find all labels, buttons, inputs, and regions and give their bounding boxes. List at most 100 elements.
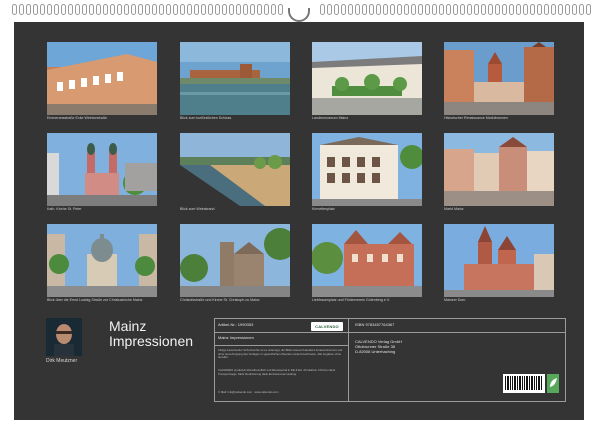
binding-ring xyxy=(558,4,563,15)
binding-ring xyxy=(201,4,206,15)
binding-ring xyxy=(362,4,367,15)
binding-ring xyxy=(138,4,143,15)
author-avatar xyxy=(46,318,82,356)
caption: Blick zum Weinstrand xyxy=(180,207,215,211)
binding-ring xyxy=(33,4,38,15)
binding-ring xyxy=(173,4,178,15)
binding-ring xyxy=(26,4,31,15)
binding-ring xyxy=(579,4,584,15)
binding-ring xyxy=(355,4,360,15)
binding-ring xyxy=(124,4,129,15)
photo-christuskirche[interactable] xyxy=(47,224,157,297)
binding-ring xyxy=(82,4,87,15)
photo-liebfrauenplatz[interactable] xyxy=(312,224,422,297)
caption: Christofsstraße und Kirche St. Christoph… xyxy=(180,298,260,302)
author-name: Dirk Meutzner xyxy=(46,358,78,364)
binding-ring xyxy=(460,4,465,15)
binding-ring xyxy=(509,4,514,15)
binding-ring xyxy=(264,4,269,15)
binding-ring xyxy=(565,4,570,15)
binding-ring xyxy=(418,4,423,15)
binding-ring xyxy=(103,4,108,15)
caption: Landesmuseum Mainz xyxy=(312,116,349,120)
binding-ring xyxy=(54,4,59,15)
binding-ring xyxy=(516,4,521,15)
binding-ring xyxy=(40,4,45,15)
binding-ring xyxy=(68,4,73,15)
photo-st-peter[interactable] xyxy=(47,133,157,206)
caption: Kirmeltenplatz xyxy=(312,207,335,211)
photo-weinstrand[interactable] xyxy=(180,133,290,206)
binding-ring xyxy=(551,4,556,15)
binding-ring xyxy=(152,4,157,15)
binding-ring xyxy=(243,4,248,15)
binding-ring xyxy=(425,4,430,15)
caption: Blick zum kurfürstlichen Schloss xyxy=(180,116,232,120)
binding-ring xyxy=(159,4,164,15)
binding-ring xyxy=(453,4,458,15)
photo-marktbrunnen[interactable] xyxy=(444,42,554,115)
info-mail: © Mail: info@calvendo.com · www.calvendo… xyxy=(218,390,279,394)
binding-ring xyxy=(110,4,115,15)
caption: Emmeransstraße Ecke Weintorstraße xyxy=(47,116,108,120)
binding-ring xyxy=(397,4,402,15)
caption: Historischer Renaissance Marktbrunnen xyxy=(444,116,508,120)
caption: Liebfrauenplatz und Förderverein Gutenbe… xyxy=(312,298,390,302)
binding-ring xyxy=(544,4,549,15)
binding-ring xyxy=(96,4,101,15)
binding-ring xyxy=(222,4,227,15)
binding-ring xyxy=(236,4,241,15)
binding-ring xyxy=(166,4,171,15)
barcode xyxy=(503,374,545,393)
binding-ring xyxy=(404,4,409,15)
photo-mainzer-dom[interactable] xyxy=(444,224,554,297)
binding-ring xyxy=(320,4,325,15)
photo-emmeransstrasse[interactable] xyxy=(47,42,157,115)
photo-schloss[interactable] xyxy=(180,42,290,115)
photo-st-christoph[interactable] xyxy=(180,224,290,297)
binding-ring xyxy=(19,4,24,15)
binding-ring xyxy=(523,4,528,15)
binding-ring xyxy=(334,4,339,15)
photo-kirmeltenplatz[interactable] xyxy=(312,133,422,206)
climate-neutral-icon xyxy=(547,374,559,393)
publisher-line-3: D-82008 Unterhaching xyxy=(355,349,396,354)
binding-ring xyxy=(341,4,346,15)
binding-ring xyxy=(187,4,192,15)
calendar-title-line1: Mainz xyxy=(109,318,147,334)
binding-ring xyxy=(537,4,542,15)
info-legal-text: Infolge bestehender Schutzrechte ist es … xyxy=(218,348,343,360)
binding-ring xyxy=(250,4,255,15)
photo-markt[interactable] xyxy=(444,133,554,206)
binding-ring xyxy=(488,4,493,15)
binding-ring xyxy=(257,4,262,15)
binding-ring xyxy=(208,4,213,15)
binding-ring xyxy=(411,4,416,15)
binding-ring xyxy=(12,4,17,15)
binding-ring xyxy=(215,4,220,15)
info-box: Artikel-Nr.: 1990353 CALVENDO Mainz Impr… xyxy=(214,318,566,402)
binding-ring xyxy=(348,4,353,15)
binding-ring xyxy=(131,4,136,15)
binding-ring xyxy=(194,4,199,15)
binding-ring xyxy=(229,4,234,15)
divider xyxy=(349,332,565,333)
photo-landesmuseum[interactable] xyxy=(312,42,422,115)
article-number: Artikel-Nr.: 1990353 xyxy=(218,322,254,327)
info-subtitle: Mainz Impressionen xyxy=(218,335,254,340)
binding-ring xyxy=(376,4,381,15)
binding-ring xyxy=(47,4,52,15)
binding-ring xyxy=(495,4,500,15)
binding-ring xyxy=(432,4,437,15)
isbn-label: ISBN 9783457764367 xyxy=(355,322,395,327)
caption: Mainzer Dom xyxy=(444,298,466,302)
binding-ring xyxy=(481,4,486,15)
calendar-hanger xyxy=(288,8,310,22)
binding-ring xyxy=(117,4,122,15)
binding-ring xyxy=(572,4,577,15)
binding-ring xyxy=(75,4,80,15)
calendar-title-line2: Impressionen xyxy=(109,333,194,349)
binding-ring xyxy=(586,4,591,15)
binding-ring xyxy=(180,4,185,15)
binding-ring xyxy=(383,4,388,15)
